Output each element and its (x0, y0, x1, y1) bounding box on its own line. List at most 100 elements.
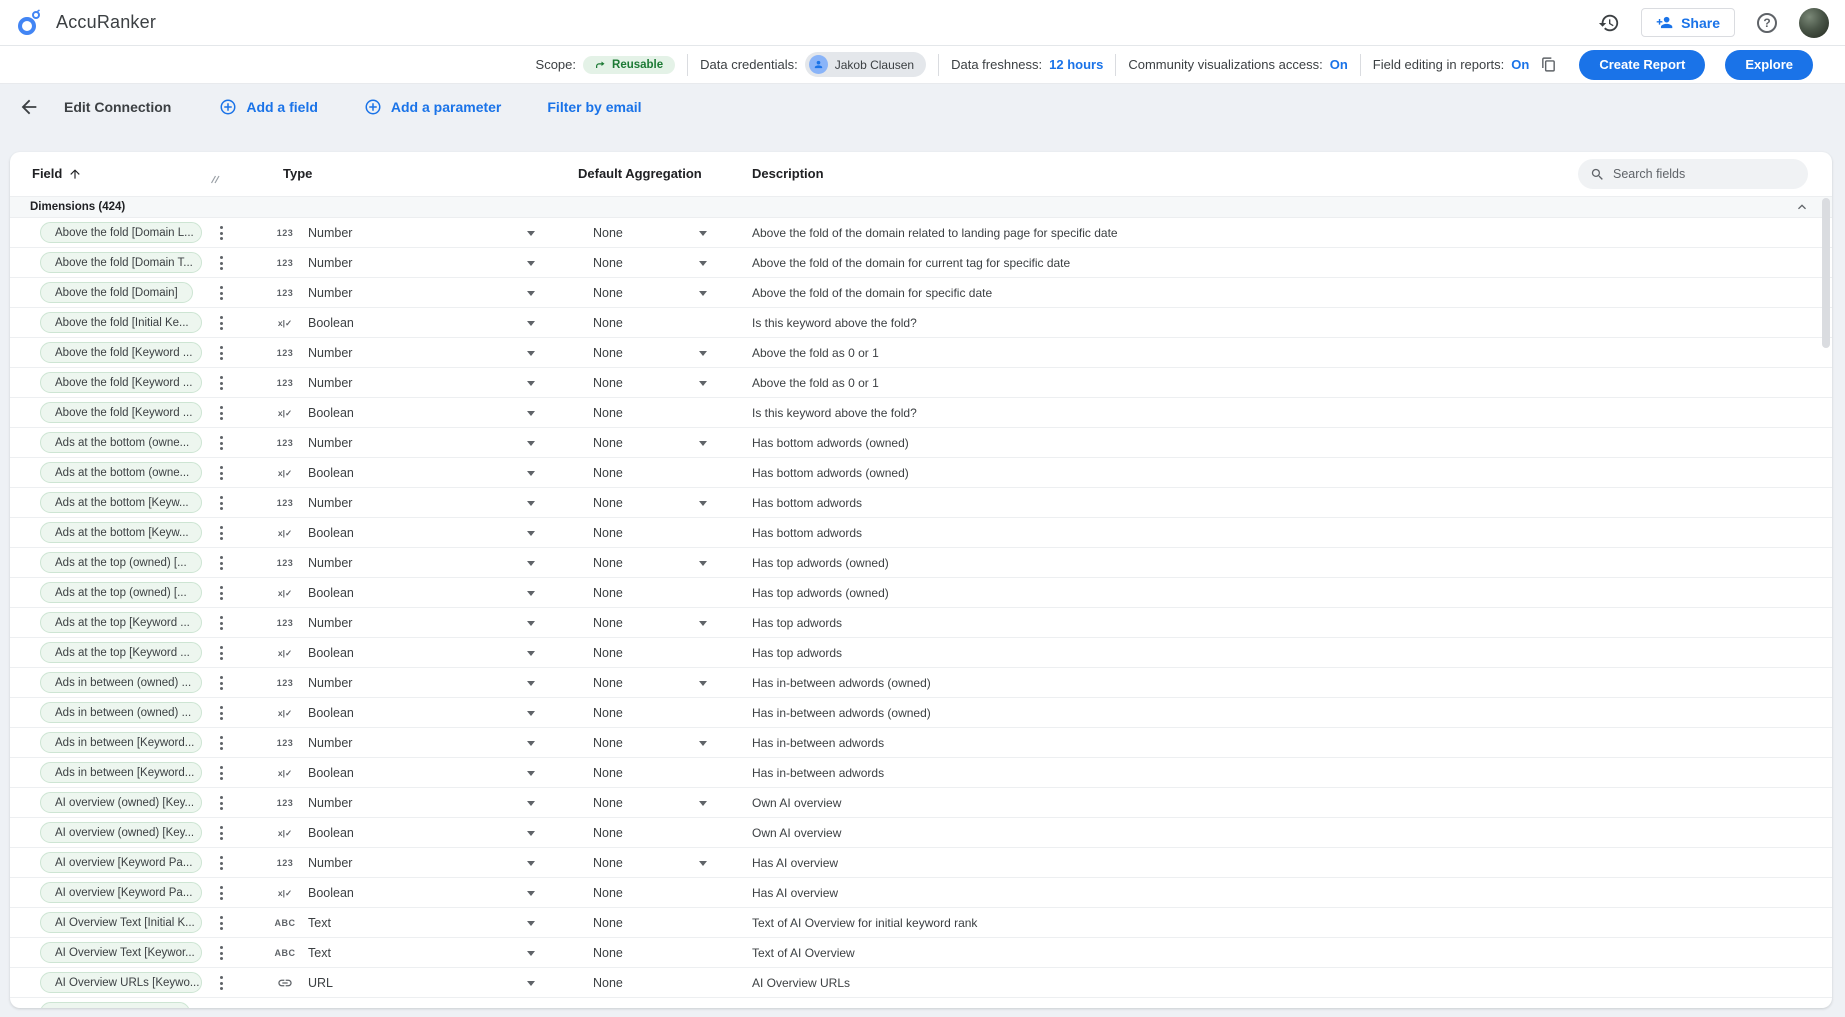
search-input[interactable] (1613, 167, 1796, 181)
column-header-field[interactable]: Field (32, 166, 82, 181)
field-pill[interactable]: Ads at the top (owned) [... (40, 552, 202, 573)
field-pill[interactable]: Ads in between [Keyword... (40, 762, 202, 783)
type-dropdown-caret[interactable] (527, 951, 535, 956)
type-dropdown-caret[interactable] (527, 981, 535, 986)
type-dropdown-caret[interactable] (527, 291, 535, 296)
field-pill[interactable]: Above the fold [Domain L... (40, 222, 202, 243)
more-options-icon[interactable] (216, 616, 226, 630)
aggregation-dropdown-caret[interactable] (699, 561, 707, 566)
explore-button[interactable]: Explore (1725, 50, 1813, 80)
field-pill[interactable] (40, 1002, 190, 1008)
type-dropdown-caret[interactable] (527, 681, 535, 686)
more-options-icon[interactable] (216, 826, 226, 840)
more-options-icon[interactable] (216, 886, 226, 900)
type-dropdown-caret[interactable] (527, 771, 535, 776)
field-pill[interactable]: AI Overview URLs [Keywo... (40, 972, 202, 993)
field-pill[interactable]: Ads in between (owned) ... (40, 702, 202, 723)
field-pill[interactable]: Ads in between [Keyword... (40, 732, 202, 753)
more-options-icon[interactable] (216, 346, 226, 360)
aggregation-dropdown-caret[interactable] (699, 441, 707, 446)
field-pill[interactable]: AI overview [Keyword Pa... (40, 852, 202, 873)
field-pill[interactable]: Ads at the bottom [Keyw... (40, 492, 202, 513)
type-dropdown-caret[interactable] (527, 621, 535, 626)
field-pill[interactable]: Ads at the bottom (owne... (40, 432, 202, 453)
type-dropdown-caret[interactable] (527, 801, 535, 806)
type-dropdown-caret[interactable] (527, 831, 535, 836)
more-options-icon[interactable] (216, 946, 226, 960)
more-options-icon[interactable] (216, 586, 226, 600)
type-dropdown-caret[interactable] (527, 381, 535, 386)
more-options-icon[interactable] (216, 376, 226, 390)
aggregation-dropdown-caret[interactable] (699, 291, 707, 296)
type-dropdown-caret[interactable] (527, 471, 535, 476)
type-dropdown-caret[interactable] (527, 561, 535, 566)
aggregation-dropdown-caret[interactable] (699, 231, 707, 236)
field-pill[interactable]: Above the fold [Keyword ... (40, 402, 202, 423)
type-dropdown-caret[interactable] (527, 261, 535, 266)
community-viz-value[interactable]: On (1330, 57, 1348, 72)
edit-connection-link[interactable]: Edit Connection (64, 99, 171, 115)
field-pill[interactable]: Above the fold [Initial Ke... (40, 312, 202, 333)
add-parameter-button[interactable]: Add a parameter (364, 98, 501, 116)
filter-by-email-button[interactable]: Filter by email (547, 99, 641, 115)
type-dropdown-caret[interactable] (527, 651, 535, 656)
share-button[interactable]: Share (1641, 8, 1735, 37)
more-options-icon[interactable] (216, 676, 226, 690)
aggregation-dropdown-caret[interactable] (699, 741, 707, 746)
type-dropdown-caret[interactable] (527, 921, 535, 926)
more-options-icon[interactable] (216, 466, 226, 480)
field-pill[interactable]: Ads at the top [Keyword ... (40, 612, 202, 633)
field-editing-value[interactable]: On (1511, 57, 1529, 72)
field-pill[interactable]: Above the fold [Domain] (40, 282, 193, 303)
field-pill[interactable]: Ads in between (owned) ... (40, 672, 202, 693)
field-pill[interactable]: Above the fold [Keyword ... (40, 342, 202, 363)
more-options-icon[interactable] (216, 256, 226, 270)
field-pill[interactable]: AI overview [Keyword Pa... (40, 882, 202, 903)
field-pill[interactable]: AI Overview Text [Initial K... (40, 912, 202, 933)
type-dropdown-caret[interactable] (527, 231, 535, 236)
more-options-icon[interactable] (216, 496, 226, 510)
more-options-icon[interactable] (216, 526, 226, 540)
aggregation-dropdown-caret[interactable] (699, 351, 707, 356)
more-options-icon[interactable] (216, 916, 226, 930)
more-options-icon[interactable] (216, 646, 226, 660)
more-options-icon[interactable] (216, 706, 226, 720)
more-options-icon[interactable] (216, 226, 226, 240)
version-history-icon[interactable] (1597, 11, 1621, 35)
aggregation-dropdown-caret[interactable] (699, 261, 707, 266)
field-pill[interactable]: AI Overview Text [Keywor... (40, 942, 202, 963)
back-arrow-icon[interactable] (18, 96, 40, 118)
field-pill[interactable]: Ads at the top (owned) [... (40, 582, 202, 603)
aggregation-dropdown-caret[interactable] (699, 501, 707, 506)
copy-icon[interactable] (1540, 56, 1557, 73)
type-dropdown-caret[interactable] (527, 591, 535, 596)
type-dropdown-caret[interactable] (527, 441, 535, 446)
more-options-icon[interactable] (216, 286, 226, 300)
more-options-icon[interactable] (216, 736, 226, 750)
field-pill[interactable]: Ads at the bottom [Keyw... (40, 522, 202, 543)
type-dropdown-caret[interactable] (527, 861, 535, 866)
more-options-icon[interactable] (216, 316, 226, 330)
aggregation-dropdown-caret[interactable] (699, 621, 707, 626)
type-dropdown-caret[interactable] (527, 531, 535, 536)
field-pill[interactable]: Above the fold [Domain T... (40, 252, 202, 273)
aggregation-dropdown-caret[interactable] (699, 381, 707, 386)
field-pill[interactable]: Ads at the bottom (owne... (40, 462, 202, 483)
column-resize-handle[interactable] (210, 174, 221, 184)
type-dropdown-caret[interactable] (527, 891, 535, 896)
more-options-icon[interactable] (216, 976, 226, 990)
field-pill[interactable]: Above the fold [Keyword ... (40, 372, 202, 393)
search-fields-box[interactable] (1578, 159, 1808, 189)
more-options-icon[interactable] (216, 556, 226, 570)
type-dropdown-caret[interactable] (527, 741, 535, 746)
more-options-icon[interactable] (216, 436, 226, 450)
scope-badge[interactable]: Reusable (583, 56, 675, 74)
dimensions-section-header[interactable]: Dimensions (424) (10, 196, 1832, 218)
type-dropdown-caret[interactable] (527, 321, 535, 326)
freshness-value[interactable]: 12 hours (1049, 57, 1103, 72)
add-field-button[interactable]: Add a field (219, 98, 318, 116)
aggregation-dropdown-caret[interactable] (699, 801, 707, 806)
type-dropdown-caret[interactable] (527, 351, 535, 356)
aggregation-dropdown-caret[interactable] (699, 861, 707, 866)
field-pill[interactable]: AI overview (owned) [Key... (40, 822, 202, 843)
